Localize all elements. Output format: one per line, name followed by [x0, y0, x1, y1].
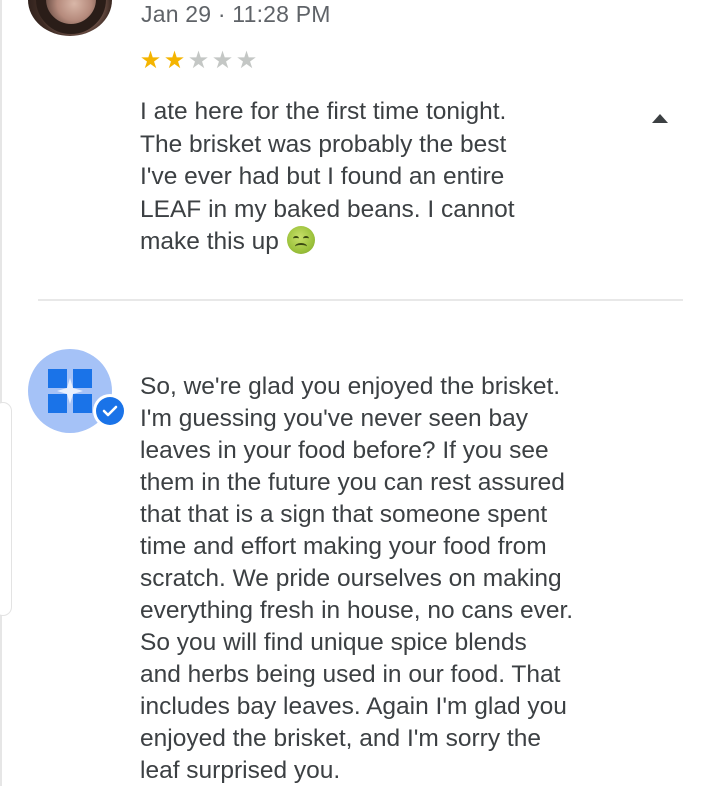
avatar-photo	[36, 0, 106, 34]
star-empty-icon: ★	[211, 47, 234, 74]
review-text: I ate here for the first time tonight. T…	[140, 98, 515, 255]
star-empty-icon: ★	[187, 47, 210, 74]
divider	[38, 299, 683, 301]
business-logo-icon	[48, 369, 92, 413]
reviewer-avatar[interactable]	[28, 0, 112, 36]
star-filled-icon: ★	[163, 47, 186, 74]
review-thread: Jan 29 · 11:28 PM ★ ★ ★ ★ ★ I ate here for t…	[0, 0, 717, 786]
star-empty-icon: ★	[235, 47, 258, 74]
verified-badge	[93, 394, 127, 428]
star-rating: ★ ★ ★ ★ ★	[139, 47, 258, 74]
owner-reply-text: So, we're glad you enjoyed the brisket. …	[140, 373, 574, 784]
left-edge-border	[0, 0, 2, 786]
collapse-button[interactable]	[648, 108, 672, 128]
review-date: Jan 29 · 11:28 PM	[141, 1, 331, 27]
collapse-triangle-icon	[652, 113, 668, 123]
review-body: I ate here for the first time tonight. T…	[140, 96, 600, 259]
verified-check-icon	[102, 405, 118, 417]
star-filled-icon: ★	[139, 47, 162, 74]
side-drawer-handle[interactable]	[0, 402, 12, 616]
nauseated-face-emoji	[286, 226, 315, 254]
